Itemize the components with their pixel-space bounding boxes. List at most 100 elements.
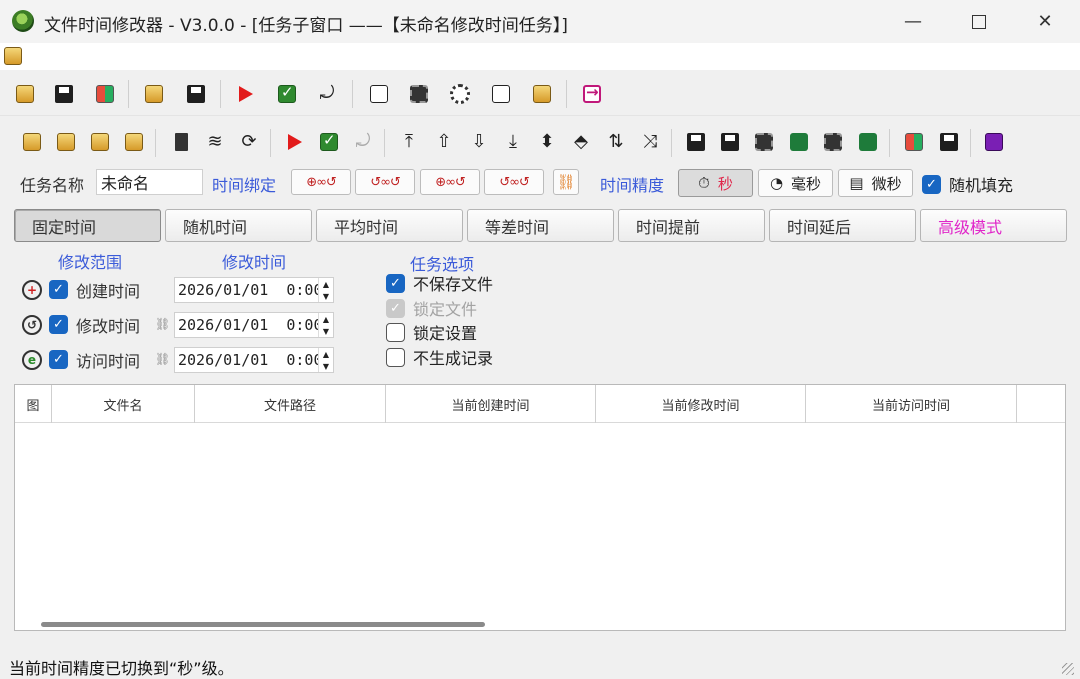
calendar-button[interactable]: [529, 81, 555, 107]
create-time-input[interactable]: [174, 277, 334, 303]
access-time-input[interactable]: [174, 347, 334, 373]
help-button[interactable]: [981, 129, 1007, 155]
tab-time-later[interactable]: 时间延后: [769, 209, 916, 242]
spin-down-icon: ▼: [322, 326, 330, 336]
column-header-modified[interactable]: 当前修改时间: [596, 385, 806, 423]
column-header-created[interactable]: 当前创建时间: [386, 385, 596, 423]
create-time-checkbox[interactable]: ✓: [49, 280, 68, 299]
check-button[interactable]: [274, 81, 300, 107]
access-time-checkbox[interactable]: ✓: [49, 350, 68, 369]
tab-advanced-mode[interactable]: 高级模式: [920, 209, 1067, 242]
export-csv-button[interactable]: [786, 129, 812, 155]
add-files-icon: [23, 133, 41, 151]
refresh-button[interactable]: ⟳: [236, 129, 262, 155]
maximize-button[interactable]: [946, 0, 1012, 43]
exit-button[interactable]: [579, 81, 605, 107]
modify-time-checkbox[interactable]: ✓: [49, 315, 68, 334]
create-time-spinner[interactable]: ▲ ▼: [318, 278, 333, 302]
column-header-accessed[interactable]: 当前访问时间: [806, 385, 1017, 423]
add-files-button[interactable]: [19, 129, 45, 155]
precision-microseconds-button[interactable]: ▤ 微秒: [838, 169, 913, 197]
option-no-record[interactable]: 不生成记录: [386, 346, 493, 368]
file-table[interactable]: 图 文件名 文件路径 当前创建时间 当前修改时间 当前访问时间: [14, 384, 1066, 631]
color-grid-button-2[interactable]: [901, 129, 927, 155]
bind-modify-create-button[interactable]: ↺∞↺: [355, 169, 415, 195]
tab-fixed-time[interactable]: 固定时间: [14, 209, 161, 242]
film-button[interactable]: [406, 81, 432, 107]
option-lock-settings[interactable]: 锁定设置: [386, 321, 477, 343]
run-button[interactable]: [233, 81, 259, 107]
precision-milliseconds-button[interactable]: ◔ 毫秒: [758, 169, 833, 197]
clear-icon: ≋: [207, 131, 223, 152]
run-files-button[interactable]: [282, 129, 308, 155]
move-bottom-icon: ⤓: [509, 131, 517, 152]
tab-average-time[interactable]: 平均时间: [316, 209, 463, 242]
modify-time-spinner[interactable]: ▲ ▼: [318, 313, 333, 337]
check-icon: [278, 83, 296, 103]
window-menu-button[interactable]: [366, 81, 392, 107]
check-files-button[interactable]: [316, 129, 342, 155]
shuffle-up-button[interactable]: ⬘: [568, 129, 594, 155]
save-report-button[interactable]: [717, 129, 743, 155]
notes-button[interactable]: [488, 81, 514, 107]
save-list-button[interactable]: [683, 129, 709, 155]
precision-milliseconds-label: 毫秒: [791, 174, 822, 193]
move-up-button[interactable]: ⇧: [431, 129, 457, 155]
tab-random-time[interactable]: 随机时间: [165, 209, 312, 242]
task-name-input[interactable]: [96, 169, 203, 195]
column-header-filepath[interactable]: 文件路径: [195, 385, 386, 423]
undo-button[interactable]: ⤾: [314, 81, 340, 107]
minimize-button[interactable]: —: [880, 0, 946, 43]
option-no-save-file[interactable]: ✓ 不保存文件: [386, 272, 493, 294]
bind-create-access-button[interactable]: ⊕∞↺: [420, 169, 480, 195]
access-time-spinner[interactable]: ▲ ▼: [318, 348, 333, 372]
move-down-button[interactable]: ⇩: [466, 129, 492, 155]
export-button[interactable]: [183, 81, 209, 107]
tab-time-earlier[interactable]: 时间提前: [618, 209, 765, 242]
settings-icon: [450, 84, 470, 104]
horizontal-scrollbar[interactable]: [41, 622, 485, 627]
export-text-button[interactable]: [820, 129, 846, 155]
save-task-button[interactable]: [51, 81, 77, 107]
move-bottom-button[interactable]: ⤓: [500, 129, 526, 155]
column-header-icon[interactable]: 图: [15, 385, 52, 423]
add-folder-button[interactable]: [53, 129, 79, 155]
precision-seconds-button[interactable]: ⏱ 秒: [678, 169, 753, 197]
swap-button[interactable]: ⇅: [603, 129, 629, 155]
save-list-icon: [687, 133, 705, 151]
modify-time-icon: ↺: [22, 315, 42, 335]
calendar-icon: [533, 85, 551, 103]
bind-chain-button[interactable]: ⛓: [553, 169, 579, 195]
save-config-button[interactable]: [936, 129, 962, 155]
bind-create-modify-button[interactable]: ⊕∞↺: [291, 169, 351, 195]
checkbox-checked-icon: ✓: [922, 174, 941, 194]
add-folder-files-button[interactable]: [121, 129, 147, 155]
modify-time-input[interactable]: [174, 312, 334, 338]
close-button[interactable]: ✕: [1012, 0, 1078, 43]
delete-button[interactable]: [168, 129, 194, 155]
swap-icon: ⇅: [608, 131, 624, 152]
task-window-icon[interactable]: [4, 47, 22, 65]
tab-arithmetic-time[interactable]: 等差时间: [467, 209, 614, 242]
settings-button[interactable]: [447, 81, 473, 107]
status-bar: 当前时间精度已切换到“秒”级。: [0, 652, 1080, 679]
random-button[interactable]: ⤨: [637, 129, 663, 155]
color-grid-button[interactable]: [92, 81, 118, 107]
clear-button[interactable]: ≋: [202, 129, 228, 155]
undo-files-button[interactable]: ⤾: [350, 129, 376, 155]
add-folder-recursive-button[interactable]: [87, 129, 113, 155]
export-list-button[interactable]: [751, 129, 777, 155]
move-top-button[interactable]: ⤒: [396, 129, 422, 155]
import-button[interactable]: [141, 81, 167, 107]
random-fill-checkbox[interactable]: ✓ 随机填充: [922, 172, 1013, 196]
bind-modify-access-button[interactable]: ↺∞↺: [484, 169, 544, 195]
tab-label: 平均时间: [334, 217, 399, 237]
timer-icon: ◔: [769, 174, 784, 192]
export-excel-button[interactable]: [855, 129, 881, 155]
spin-up-icon: ▲: [322, 314, 330, 324]
checkbox-checked-icon: ✓: [386, 273, 405, 293]
column-header-filename[interactable]: 文件名: [52, 385, 195, 423]
shuffle-down-button[interactable]: ⬍: [534, 129, 560, 155]
open-task-button[interactable]: [12, 81, 38, 107]
resize-grip-icon[interactable]: [1062, 663, 1074, 675]
